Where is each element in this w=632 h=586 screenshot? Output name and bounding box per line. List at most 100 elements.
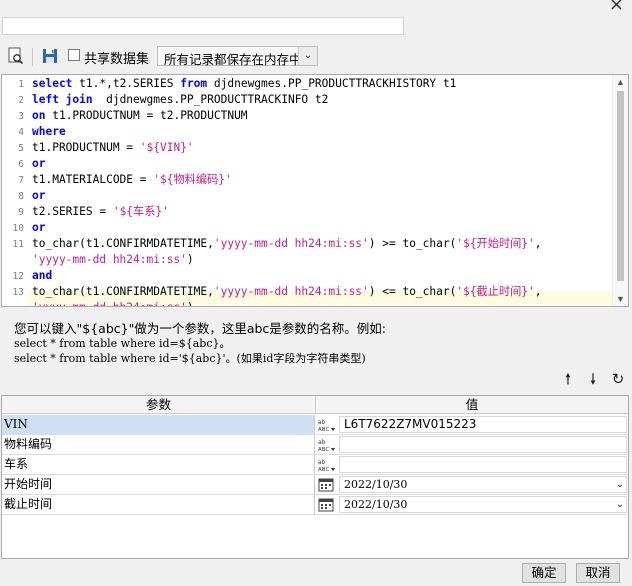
cancel-button[interactable]: 取消	[576, 563, 620, 583]
parameter-table: 参数 值 VIN ab ABC L6T7622Z7MV015223 物料编码 ab ABC 车…	[1, 395, 629, 559]
param-value: L6T7622Z7MV015223	[344, 417, 477, 431]
param-name: 截止时间	[2, 495, 315, 514]
code-line: t1.PRODUCTNUM = '${VIN}'	[32, 140, 194, 156]
move-up-icon[interactable]: 🠕	[559, 370, 577, 388]
code-line: or	[32, 156, 45, 172]
line-number: 7	[18, 175, 24, 186]
param-name: 车系	[2, 455, 315, 474]
svg-text:ABC: ABC	[318, 427, 329, 433]
preview-icon[interactable]	[6, 46, 26, 66]
sql-string: 'yyyy-mm-dd hh24:mi:ss'	[32, 301, 187, 306]
sql-string: 'yyyy-mm-dd hh24:mi:ss'	[213, 285, 369, 298]
text-type-icon[interactable]: ab ABC	[316, 436, 336, 454]
calendar-icon[interactable]	[316, 476, 336, 494]
code-line: and	[32, 268, 52, 284]
sql-text: t1.PRODUCTNUM = t2.PRODUCTNUM	[45, 109, 248, 122]
scroll-thumb[interactable]	[617, 91, 624, 281]
param-value: 2022/10/30	[344, 478, 408, 491]
param-name: VIN	[2, 415, 315, 434]
hint-example-1: select * from table where id=${abc}。	[14, 337, 231, 350]
sql-text: ,	[534, 285, 542, 298]
chevron-down-icon[interactable]: ⌄	[616, 477, 624, 492]
line-number: 12	[12, 271, 24, 282]
sql-text: to_char(t1.CONFIRMDATETIME,	[32, 285, 214, 298]
sql-text: t1.*,t2.SERIES	[72, 77, 181, 90]
sql-keyword: where	[32, 125, 66, 138]
line-number: 5	[18, 143, 24, 154]
sql-text: ,	[534, 237, 542, 250]
code-line: or	[32, 188, 45, 204]
column-header-value: 值	[316, 396, 628, 414]
memory-mode-select[interactable]: 所有记录都保存在内存中 ⌄	[157, 46, 318, 67]
code-line: left join djdnewgmes.PP_PRODUCTTRACKINFO…	[32, 92, 328, 108]
svg-text:ab: ab	[318, 419, 326, 426]
code-line: to_char(t1.CONFIRMDATETIME,'yyyy-mm-dd h…	[32, 284, 542, 300]
table-row[interactable]: 车系 ab ABC	[2, 455, 628, 475]
sql-text: to_char(t1.CONFIRMDATETIME,	[32, 237, 214, 250]
dataset-name-input[interactable]	[2, 17, 404, 35]
refresh-icon[interactable]: ↻	[609, 370, 627, 388]
table-row[interactable]: VIN ab ABC L6T7622Z7MV015223	[2, 415, 628, 435]
column-header-param: 参数	[2, 396, 316, 414]
sql-text: djdnewgmes.PP_PRODUCTTRACKINFO t2	[92, 93, 329, 106]
code-line: t2.SERIES = '${车系}'	[32, 204, 169, 220]
code-line: where	[32, 124, 66, 140]
code-line: t1.MATERIALCODE = '${物料编码}'	[32, 172, 232, 188]
date-picker[interactable]: 2022/10/30 ⌄	[339, 496, 627, 513]
svg-text:ab: ab	[318, 459, 326, 466]
sql-keyword: left join	[32, 93, 93, 106]
share-dataset-checkbox[interactable]	[68, 49, 80, 61]
editor-scrollbar[interactable]: ▲ ▼	[612, 75, 628, 306]
memory-mode-value: 所有记录都保存在内存中	[164, 52, 302, 67]
text-type-icon[interactable]: ab ABC	[316, 416, 336, 434]
line-number: 6	[18, 159, 24, 170]
value-input[interactable]	[339, 456, 627, 473]
value-input[interactable]: L6T7622Z7MV015223	[339, 416, 627, 433]
sql-keyword: from	[180, 77, 208, 90]
sql-string: 'yyyy-mm-dd hh24:mi:ss'	[213, 237, 369, 250]
ok-button[interactable]: 确定	[522, 563, 566, 583]
sql-keyword: on	[32, 109, 46, 122]
sql-text: )	[187, 301, 194, 306]
line-number: 13	[12, 287, 24, 298]
svg-text:ab: ab	[318, 439, 326, 446]
calendar-icon[interactable]	[316, 496, 336, 514]
code-line: to_char(t1.CONFIRMDATETIME,'yyyy-mm-dd h…	[32, 236, 542, 252]
code-line: or	[32, 220, 45, 236]
toolbar-separator	[32, 48, 33, 66]
line-number: 2	[18, 95, 24, 106]
sql-keyword: or	[32, 189, 46, 202]
close-icon[interactable]: ×	[609, 0, 624, 14]
chevron-down-icon[interactable]: ⌄	[616, 497, 624, 512]
svg-text:ABC: ABC	[318, 467, 329, 473]
line-number: 1	[18, 79, 24, 90]
scroll-down-icon[interactable]: ▼	[613, 292, 628, 306]
sql-string: '${开始时间}'	[456, 237, 535, 250]
code-line: 'yyyy-mm-dd hh24:mi:ss')	[32, 252, 194, 268]
sql-string: '${截止时间}'	[456, 285, 535, 298]
table-row[interactable]: 截止时间 2022/10/30 ⌄	[2, 495, 628, 515]
svg-text:ABC: ABC	[318, 447, 329, 453]
sql-text: djdnewgmes.PP_PRODUCTTRACKHISTORY t1	[207, 77, 457, 90]
sql-string: '${车系}'	[112, 205, 169, 218]
move-down-icon[interactable]: 🠗	[584, 370, 602, 388]
text-type-icon[interactable]: ab ABC	[316, 456, 336, 474]
sql-keyword: select	[32, 77, 73, 90]
sql-text: ) <= to_char(	[368, 285, 457, 298]
chevron-down-icon[interactable]: ⌄	[298, 47, 317, 65]
sql-string: 'yyyy-mm-dd hh24:mi:ss'	[32, 253, 187, 266]
value-input[interactable]	[339, 436, 627, 453]
param-name: 开始时间	[2, 475, 315, 494]
sql-editor[interactable]: 1 2 3 4 5 6 7 8 9 10 11 12 13 select t1.*,t2.SERIES …	[1, 74, 629, 307]
save-icon[interactable]	[40, 46, 60, 66]
share-dataset-label: 共享数据集	[84, 52, 150, 67]
line-number: 3	[18, 111, 24, 122]
line-number: 9	[18, 207, 24, 218]
table-row[interactable]: 物料编码 ab ABC	[2, 435, 628, 455]
date-picker[interactable]: 2022/10/30 ⌄	[339, 476, 627, 493]
sql-text: t2.SERIES =	[32, 205, 113, 218]
line-number-gutter: 1 2 3 4 5 6 7 8 9 10 11 12 13	[2, 75, 28, 306]
table-row[interactable]: 开始时间 2022/10/30 ⌄	[2, 475, 628, 495]
scroll-up-icon[interactable]: ▲	[613, 75, 628, 89]
code-line: 'yyyy-mm-dd hh24:mi:ss')	[32, 300, 194, 306]
